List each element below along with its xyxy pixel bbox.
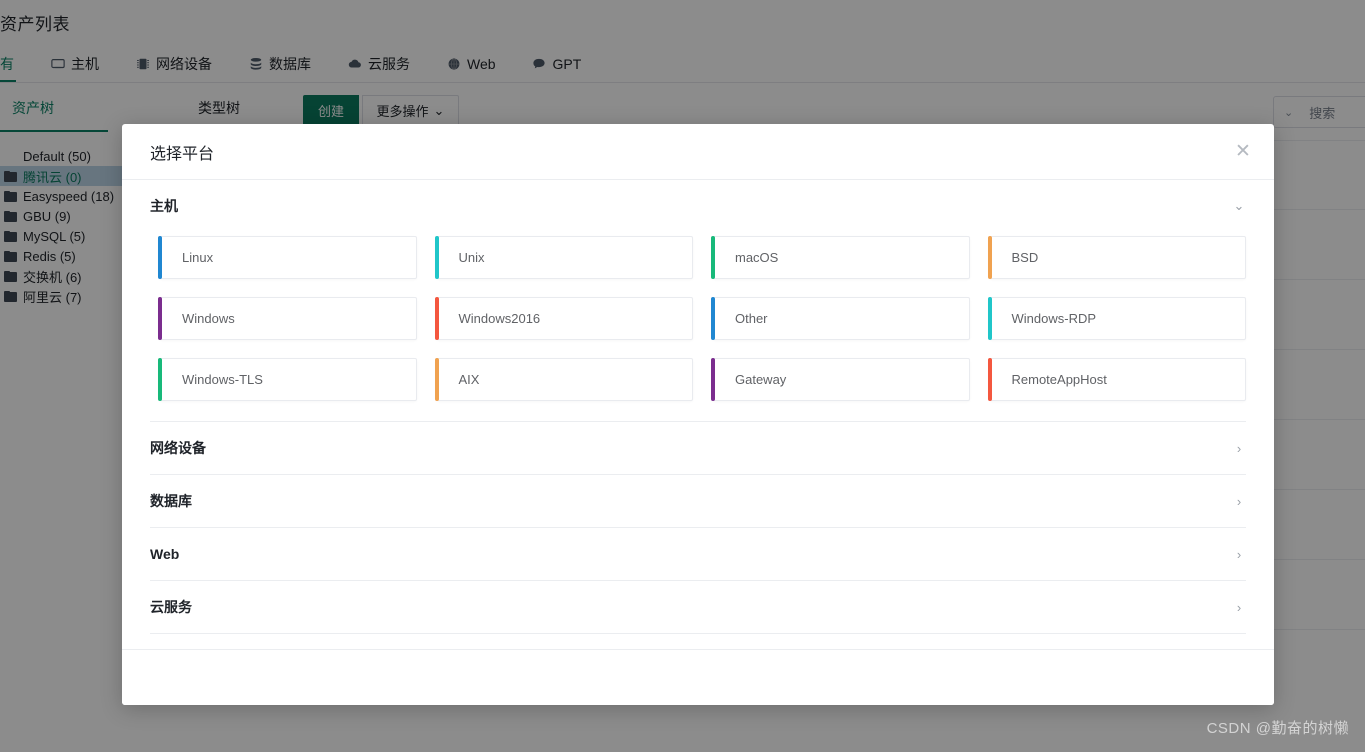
platform-section-数据库[interactable]: 数据库 › bbox=[150, 475, 1246, 527]
platform-card-accent-bar bbox=[987, 297, 992, 340]
platform-card-accent-bar bbox=[434, 297, 439, 340]
platform-card-accent-bar bbox=[987, 358, 992, 401]
platform-section-Web[interactable]: Web › bbox=[150, 528, 1246, 580]
modal-footer bbox=[122, 649, 1274, 705]
platform-card[interactable]: Windows-TLS bbox=[158, 358, 417, 401]
platform-card[interactable]: Linux bbox=[158, 236, 417, 279]
platform-card[interactable]: Windows2016 bbox=[434, 297, 693, 340]
modal-title: 选择平台 bbox=[150, 145, 215, 163]
platform-card-accent-bar bbox=[711, 236, 715, 279]
platform-card-label: Windows bbox=[182, 311, 235, 326]
platform-card-accent-bar bbox=[711, 358, 715, 401]
platform-card[interactable]: Unix bbox=[434, 236, 693, 279]
platform-card-label: Unix bbox=[458, 250, 485, 265]
platform-card-label: Windows-TLS bbox=[182, 372, 263, 387]
platform-card-accent-bar bbox=[711, 297, 715, 340]
platform-card-label: Other bbox=[735, 311, 768, 326]
platform-card[interactable]: Windows bbox=[158, 297, 417, 340]
platform-section-label: Web bbox=[150, 546, 180, 562]
platform-card[interactable]: macOS bbox=[711, 236, 970, 279]
modal-header: 选择平台 ✕ bbox=[122, 124, 1274, 180]
platform-card-label: BSD bbox=[1011, 250, 1039, 265]
platform-section-云服务[interactable]: 云服务 › bbox=[150, 581, 1246, 633]
chevron-right-icon: › bbox=[1236, 546, 1242, 562]
platform-card[interactable]: Gateway bbox=[711, 358, 970, 401]
platform-card[interactable]: AIX bbox=[434, 358, 693, 401]
platform-section-主机[interactable]: 主机 ⌄ bbox=[150, 180, 1246, 232]
platform-card-label: Windows-RDP bbox=[1011, 311, 1097, 326]
chevron-down-icon: ⌄ bbox=[1233, 198, 1245, 213]
platform-section-label: 主机 bbox=[150, 198, 178, 214]
platform-card-label: RemoteAppHost bbox=[1011, 372, 1107, 387]
platform-card-label: Linux bbox=[182, 250, 214, 265]
platform-card-label: Windows2016 bbox=[458, 311, 541, 326]
platform-card-accent-bar bbox=[158, 236, 162, 279]
platform-card[interactable]: BSD bbox=[987, 236, 1246, 279]
modal-body: 主机 ⌄ Linux Unix macOS BSD Windows Windows2016 Ot… bbox=[122, 180, 1274, 649]
platform-card[interactable]: Other bbox=[711, 297, 970, 340]
platform-card-accent-bar bbox=[434, 358, 439, 401]
platform-card[interactable]: Windows-RDP bbox=[987, 297, 1246, 340]
platform-card-label: AIX bbox=[458, 372, 480, 387]
platform-section-GPT[interactable]: GPT› bbox=[150, 634, 1246, 649]
platform-card-label: macOS bbox=[735, 250, 779, 265]
chevron-right-icon: › bbox=[1236, 599, 1242, 615]
platform-card-accent-bar bbox=[158, 297, 162, 340]
platform-section-label: 云服务 bbox=[150, 599, 192, 615]
platform-section-网络设备[interactable]: 网络设备 › bbox=[150, 422, 1246, 474]
select-platform-modal: 选择平台 ✕ 主机 ⌄ Linux Unix macOS BSD Windows Window… bbox=[122, 124, 1274, 705]
platform-card-grid: Linux Unix macOS BSD Windows Windows2016 Other… bbox=[150, 232, 1246, 421]
platform-section-label: 数据库 bbox=[150, 493, 192, 509]
platform-card-accent-bar bbox=[434, 236, 439, 279]
app-root: 资产列表 有主机 网络设备 数据库 云服务 Web GPT 资产树 类型树 创建 更多操作… bbox=[0, 0, 1365, 752]
platform-card[interactable]: RemoteAppHost bbox=[987, 358, 1246, 401]
platform-card-label: Gateway bbox=[735, 372, 787, 387]
platform-card-accent-bar bbox=[158, 358, 162, 401]
platform-card-accent-bar bbox=[987, 236, 992, 279]
chevron-right-icon: › bbox=[1236, 493, 1242, 509]
platform-section-label: 网络设备 bbox=[150, 440, 206, 456]
close-icon[interactable]: ✕ bbox=[1230, 139, 1256, 165]
chevron-right-icon: › bbox=[1236, 440, 1242, 456]
